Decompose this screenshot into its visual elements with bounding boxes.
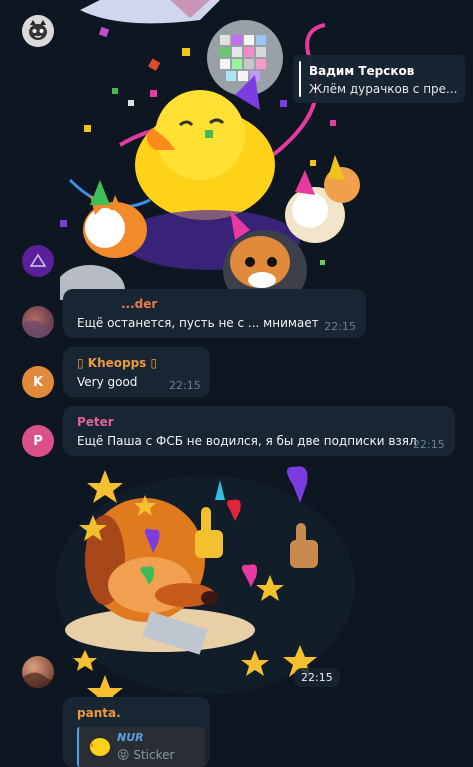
reply-preview-bar — [299, 61, 301, 97]
message-3-time: 22:15 — [413, 438, 445, 451]
avatar-kheopps[interactable]: K — [22, 366, 54, 398]
avatar-photo-2[interactable] — [22, 656, 54, 688]
photo-avatar-icon — [22, 672, 54, 688]
party-sticker-art — [55, 0, 360, 315]
panta-reply-author: NUR — [117, 731, 144, 744]
party-duck-sticker[interactable] — [55, 0, 370, 315]
reply-sticker-thumb-icon — [89, 738, 110, 756]
avatar-photo-1[interactable] — [22, 306, 54, 338]
avatar-letter-k: K — [32, 374, 44, 390]
message-2-sender: ▯ Kheopps ▯ — [77, 356, 158, 370]
message-bubble-2[interactable]: ▯ Kheopps ▯ Very good 22:15 — [63, 347, 210, 397]
message-bubble-panta[interactable]: panta. NUR 😝 Sticker — [63, 697, 210, 767]
avatar-peter[interactable]: P — [22, 425, 54, 457]
sticker-time: 22:15 — [294, 668, 340, 687]
message-bubble-1[interactable]: ...der Ещё останется, пусть не с ... мни… — [63, 289, 366, 338]
avatar-top[interactable] — [22, 15, 54, 47]
reply-preview-snippet: Жлём дурачков с пре... — [309, 82, 458, 96]
message-3-sender: Peter — [77, 415, 114, 429]
avatar-triangle[interactable] — [22, 245, 54, 277]
photo-avatar-icon — [22, 320, 54, 338]
message-1-text: Ещё останется, пусть не с ... мнимает — [77, 316, 319, 330]
avatar-letter-p: P — [33, 433, 43, 449]
message-1-sender: ...der — [121, 297, 158, 311]
message-2-time: 22:15 — [169, 379, 201, 392]
triangle-icon — [29, 253, 47, 267]
message-3-text: Ещё Паша с ФСБ не водился, я бы две подп… — [77, 434, 417, 448]
reply-preview-author: Вадим Терсков — [309, 64, 415, 78]
cat-mask-icon — [22, 15, 54, 47]
panta-sender: panta. — [77, 706, 121, 720]
panta-reply-quote[interactable]: NUR 😝 Sticker — [77, 727, 205, 767]
reply-preview-card[interactable]: Вадим Терсков Жлём дурачков с пре... — [293, 55, 465, 103]
message-2-text: Very good — [77, 375, 138, 389]
message-bubble-3[interactable]: Peter Ещё Паша с ФСБ не водился, я бы дв… — [63, 406, 455, 456]
message-1-time: 22:15 — [324, 320, 356, 333]
